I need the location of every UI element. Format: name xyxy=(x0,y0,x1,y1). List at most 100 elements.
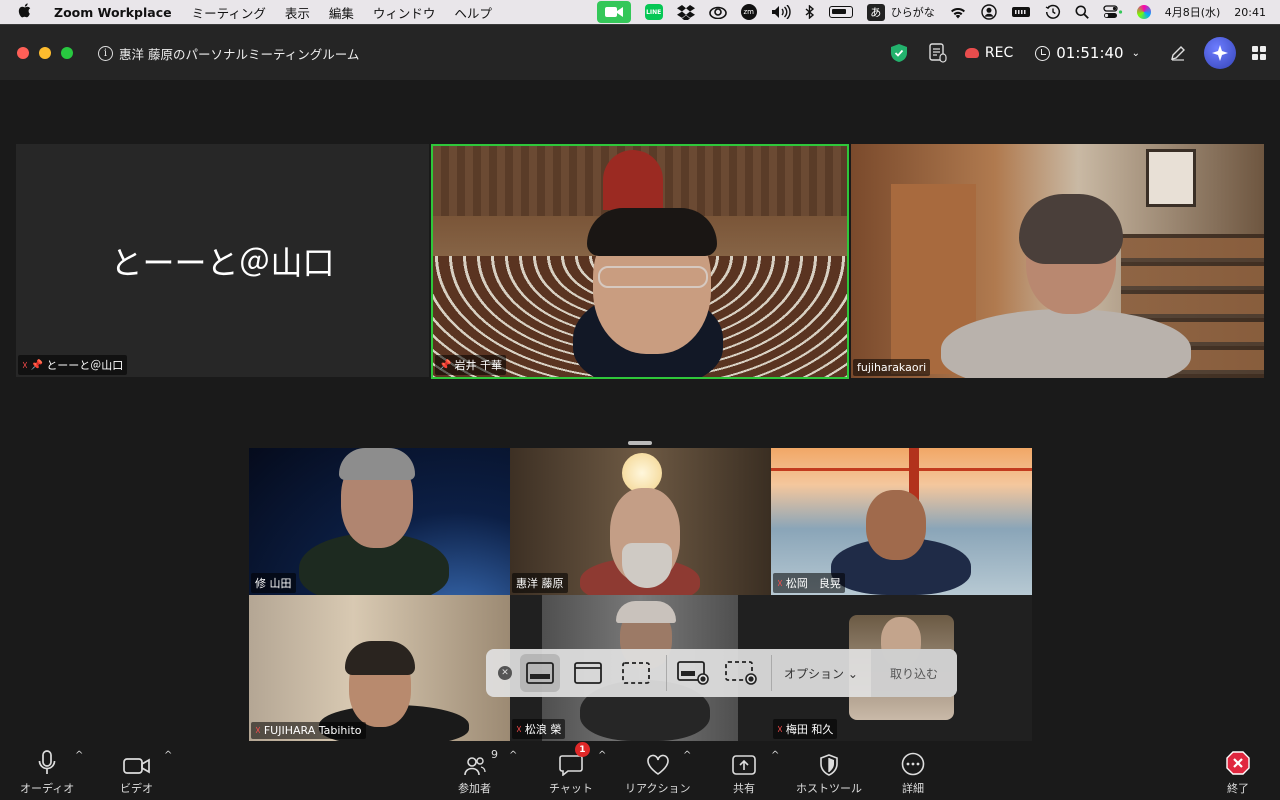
menubar-time[interactable]: 20:41 xyxy=(1234,6,1266,19)
chat-unread-badge: 1 xyxy=(574,742,590,757)
host-tools-label: ホストツール xyxy=(796,782,862,795)
participant-name-tag: 惠洋 藤原 xyxy=(512,573,568,593)
audio-button[interactable]: オーディオ xyxy=(20,746,74,796)
participants-button[interactable]: 参加者 xyxy=(458,746,491,796)
zoom-status[interactable]: zm xyxy=(740,4,757,20)
line-status[interactable]: LINE xyxy=(644,4,663,20)
video-tile-active-speaker[interactable]: 📌 岩井 千華 xyxy=(431,144,849,379)
fullscreen-window-button[interactable] xyxy=(61,47,73,59)
video-button[interactable]: ビデオ xyxy=(120,746,153,796)
participant-name: とーーと＠山口 xyxy=(46,359,124,372)
volume-icon[interactable] xyxy=(771,5,791,19)
facetime-status[interactable] xyxy=(596,1,631,23)
wall-picture xyxy=(1146,149,1196,207)
audio-options-caret[interactable]: ^ xyxy=(75,750,83,761)
macos-menu-bar: Zoom Workplace ミーティング 表示 編集 ウィンドウ ヘルプ LI… xyxy=(0,0,1280,24)
more-button[interactable]: 詳細 xyxy=(901,746,925,796)
microphone-icon xyxy=(38,746,56,776)
menu-meeting[interactable]: ミーティング xyxy=(192,3,266,22)
video-tile[interactable]: ☓ FUJIHARA Tabihito xyxy=(249,595,510,741)
participant-name-tag: 📌 岩井 千華 xyxy=(435,355,506,375)
participant-name-tag: ☓ 梅田 和久 xyxy=(773,719,838,739)
menu-view[interactable]: 表示 xyxy=(285,3,310,22)
siri-icon[interactable] xyxy=(1136,5,1151,19)
battery-icon[interactable] xyxy=(828,6,853,18)
video-label: ビデオ xyxy=(120,782,153,795)
share-button[interactable]: 共有 xyxy=(732,746,756,796)
end-label: 終了 xyxy=(1227,782,1249,795)
capture-button[interactable]: 取り込む xyxy=(871,649,957,697)
participant-display-name: とーーと＠山口 xyxy=(110,243,335,282)
dropbox-icon[interactable] xyxy=(676,4,695,20)
share-options-caret[interactable]: ^ xyxy=(771,750,779,761)
reactions-options-caret[interactable]: ^ xyxy=(683,750,691,761)
input-source[interactable]: あ ひらがな xyxy=(866,3,935,21)
facetime-icon xyxy=(596,1,631,23)
share-screen-icon xyxy=(732,746,756,776)
minimize-window-button[interactable] xyxy=(39,47,51,59)
apple-menu-icon[interactable] xyxy=(18,2,40,22)
chevron-down-icon: ⌄ xyxy=(847,666,858,681)
encryption-shield-icon[interactable] xyxy=(890,44,907,62)
participant-name: 岩井 千華 xyxy=(454,359,502,372)
view-resize-handle[interactable] xyxy=(628,441,652,445)
chat-icon: 1 xyxy=(559,742,590,776)
menu-window[interactable]: ウィンドウ xyxy=(373,3,436,22)
bluetooth-icon[interactable] xyxy=(805,5,815,19)
meeting-timer[interactable]: 01:51:40 ⌄ xyxy=(1035,44,1140,62)
video-options-caret[interactable]: ^ xyxy=(164,750,172,761)
participants-options-caret[interactable]: ^ xyxy=(509,750,517,761)
end-meeting-button[interactable]: 終了 xyxy=(1225,746,1251,796)
record-entire-screen-button[interactable] xyxy=(673,654,713,692)
video-tile[interactable]: ☓ 松岡 良晃 xyxy=(771,448,1032,595)
ai-companion-button[interactable] xyxy=(1204,37,1236,69)
sparkle-icon xyxy=(1212,45,1228,61)
zoom-app-icon: zm xyxy=(740,4,757,20)
creative-cloud-icon[interactable] xyxy=(708,5,727,19)
app-name[interactable]: Zoom Workplace xyxy=(54,5,172,20)
chat-options-caret[interactable]: ^ xyxy=(598,750,606,761)
video-tile[interactable]: 修 山田 xyxy=(249,448,510,595)
capture-entire-screen-button[interactable] xyxy=(520,654,560,692)
time-machine-icon[interactable] xyxy=(1045,4,1061,20)
selection-icon xyxy=(622,662,650,684)
participant-face xyxy=(866,490,926,560)
clock-icon xyxy=(1035,45,1051,61)
capture-options-button[interactable]: オプション ⌄ xyxy=(784,665,858,682)
video-tile[interactable]: とーーと＠山口 ☓ 📌 とーーと＠山口 xyxy=(16,144,429,377)
reactions-button[interactable]: リアクション xyxy=(625,746,690,796)
heart-icon xyxy=(646,746,670,776)
participant-name: 梅田 和久 xyxy=(785,723,834,736)
chevron-down-icon: ⌄ xyxy=(1131,47,1140,59)
title-bar-actions: REC 01:51:40 ⌄ xyxy=(890,25,1266,81)
capture-selection-button[interactable] xyxy=(616,654,656,692)
annotate-pen-icon[interactable] xyxy=(1170,45,1186,61)
menu-help[interactable]: ヘルプ xyxy=(454,3,492,22)
more-label: 詳細 xyxy=(902,782,924,795)
meeting-info[interactable]: i 惠洋 藤原のパーソナルミーティングルーム xyxy=(98,44,359,63)
video-tile[interactable]: 惠洋 藤原 xyxy=(510,448,771,595)
user-account-icon[interactable] xyxy=(981,4,997,20)
memory-icon[interactable] xyxy=(1011,5,1031,19)
capture-window-button[interactable] xyxy=(568,654,608,692)
transcript-icon[interactable] xyxy=(929,43,947,63)
spotlight-search-icon[interactable] xyxy=(1075,5,1089,19)
video-tile[interactable]: fujiharakaori xyxy=(851,144,1264,378)
menubar-date[interactable]: 4月8日(水) xyxy=(1165,4,1221,20)
recording-indicator[interactable]: REC xyxy=(964,45,1013,61)
speaker-glasses xyxy=(598,266,708,288)
control-center-icon[interactable] xyxy=(1103,5,1123,19)
cloud-record-icon xyxy=(964,48,979,58)
participants-label: 参加者 xyxy=(458,782,491,795)
participant-cap xyxy=(616,601,676,623)
participant-name: 惠洋 藤原 xyxy=(516,577,564,590)
close-capture-icon[interactable]: ✕ xyxy=(498,666,512,680)
chat-button[interactable]: 1 チャット xyxy=(549,742,593,796)
record-selection-button[interactable] xyxy=(721,654,761,692)
wifi-icon[interactable] xyxy=(949,6,967,19)
host-tools-button[interactable]: ホストツール xyxy=(796,746,862,796)
close-window-button[interactable] xyxy=(17,47,29,59)
menu-edit[interactable]: 編集 xyxy=(329,3,354,22)
info-icon[interactable]: i xyxy=(98,46,113,61)
gallery-view-icon[interactable] xyxy=(1252,46,1266,60)
